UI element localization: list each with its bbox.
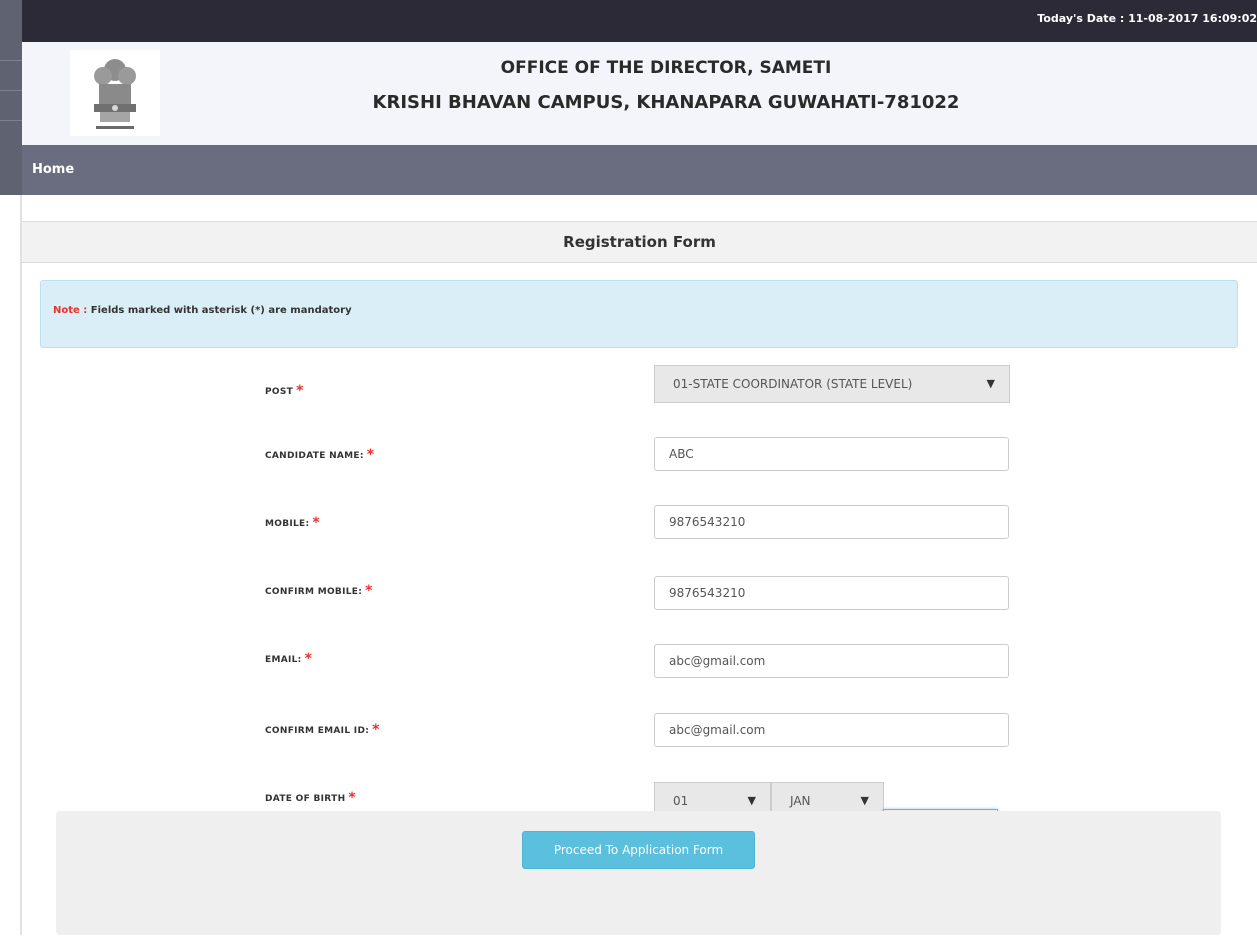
date-of-birth-label: DATE OF BIRTH * (265, 790, 356, 806)
required-asterisk: * (372, 722, 380, 738)
post-select-value: 01-STATE COORDINATOR (STATE LEVEL) (673, 377, 913, 391)
confirm-mobile-input[interactable] (654, 576, 1009, 610)
left-strip-rule (0, 90, 22, 91)
post-label-text: POST (265, 387, 294, 397)
email-label: EMAIL: * (265, 651, 312, 667)
post-label: POST * (265, 383, 304, 399)
required-asterisk: * (366, 447, 375, 463)
chevron-down-icon: ▼ (986, 377, 995, 390)
post-select[interactable]: 01-STATE COORDINATOR (STATE LEVEL) ▼ (654, 365, 1010, 403)
note-label: Note : (53, 305, 88, 316)
chevron-down-icon: ▼ (860, 794, 869, 807)
form-footer (56, 811, 1221, 935)
dob-day-value: 01 (673, 794, 689, 808)
required-asterisk: * (348, 790, 357, 806)
email-input[interactable] (654, 644, 1009, 678)
date-of-birth-label-text: DATE OF BIRTH (265, 794, 346, 804)
header-line-1: OFFICE OF THE DIRECTOR, SAMETI (500, 58, 832, 78)
required-asterisk: * (312, 515, 321, 531)
note-text-wrap: Note : Fields marked with asterisk (*) a… (53, 305, 352, 316)
todays-date: Today's Date : 11-08-2017 16:09:02 (1037, 12, 1257, 25)
required-asterisk: * (304, 651, 313, 667)
required-asterisk: * (296, 383, 304, 399)
mobile-input[interactable] (654, 505, 1009, 539)
mandatory-note: Note : Fields marked with asterisk (*) a… (40, 280, 1238, 348)
confirm-email-input[interactable] (654, 713, 1009, 747)
note-text: Fields marked with asterisk (*) are mand… (90, 305, 352, 316)
confirm-mobile-label: CONFIRM MOBILE: * (265, 583, 373, 599)
candidate-name-label: CANDIDATE NAME: * (265, 447, 374, 463)
dob-month-value: JAN (790, 794, 811, 808)
proceed-to-application-button[interactable]: Proceed To Application Form (522, 831, 755, 869)
chevron-down-icon: ▼ (747, 794, 756, 807)
candidate-name-input[interactable] (654, 437, 1009, 471)
confirm-mobile-label-text: CONFIRM MOBILE: (265, 587, 363, 597)
left-edge-strip (0, 0, 22, 935)
site-header: OFFICE OF THE DIRECTOR, SAMETI KRISHI BH… (22, 42, 1257, 145)
email-label-text: EMAIL: (265, 655, 302, 665)
top-bar: Today's Date : 11-08-2017 16:09:02 (22, 0, 1257, 42)
confirm-email-label-text: CONFIRM EMAIL ID: (265, 726, 370, 736)
candidate-name-label-text: CANDIDATE NAME: (265, 451, 364, 461)
form-title: Registration Form (22, 222, 1257, 263)
header-line-2: KRISHI BHAVAN CAMPUS, KHANAPARA GUWAHATI… (372, 92, 960, 113)
confirm-email-label: CONFIRM EMAIL ID: * (265, 722, 380, 738)
mobile-label: MOBILE: * (265, 515, 320, 531)
nav-home-link[interactable]: Home (32, 162, 74, 177)
nav-bar: Home (22, 145, 1257, 195)
left-strip-rule (0, 120, 22, 121)
mobile-label-text: MOBILE: (265, 519, 310, 529)
required-asterisk: * (365, 583, 373, 599)
